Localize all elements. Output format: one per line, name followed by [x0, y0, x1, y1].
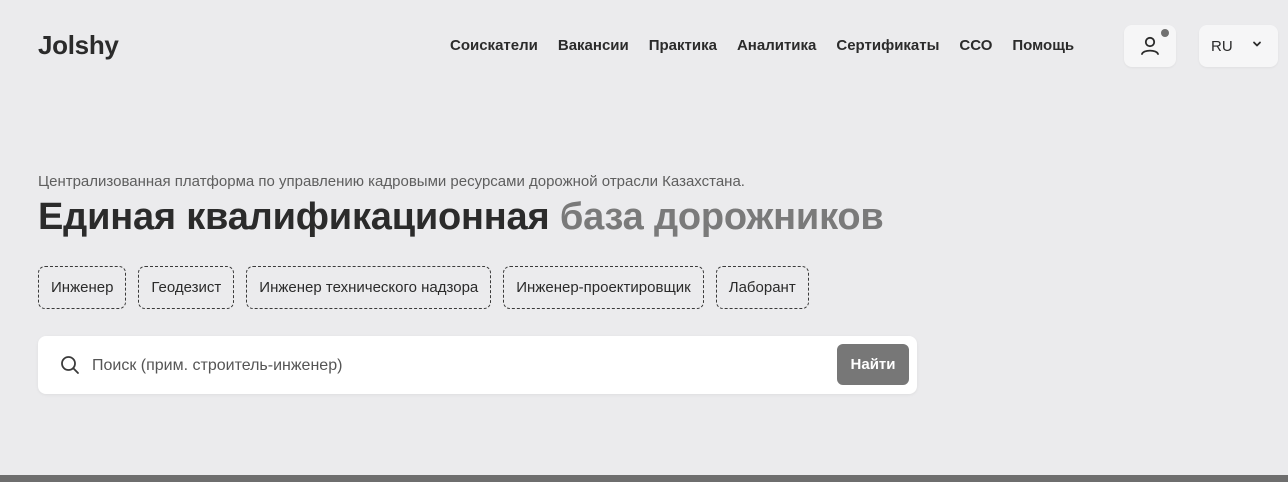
search-icon — [61, 356, 79, 374]
logo[interactable]: Jolshy — [38, 30, 119, 61]
nav-item-analitika[interactable]: Аналитика — [737, 37, 816, 54]
main-nav: Соискатели Вакансии Практика Аналитика С… — [450, 37, 1074, 54]
search-input[interactable] — [90, 350, 864, 382]
hero-title-accent: база дорожников — [559, 196, 884, 238]
tag-inzhener[interactable]: Инженер — [38, 266, 127, 309]
user-icon — [1141, 36, 1159, 55]
bottom-image-strip — [0, 475, 1288, 482]
notification-dot — [1161, 29, 1169, 37]
tag-inzhener-tekhnadzora[interactable]: Инженер технического надзора — [246, 266, 492, 309]
nav-item-praktika[interactable]: Практика — [649, 37, 717, 54]
language-selector[interactable]: RU — [1199, 25, 1278, 67]
tag-inzhener-proektirovshchik[interactable]: Инженер-проектировщик — [503, 266, 704, 309]
search-button[interactable]: Найти — [837, 344, 909, 385]
language-label: RU — [1211, 37, 1233, 55]
user-account-button[interactable] — [1124, 25, 1176, 67]
nav-item-pomosch[interactable]: Помощь — [1012, 37, 1074, 54]
hero-subtitle: Централизованная платформа по управлению… — [38, 173, 745, 190]
hero-title-primary: Единая квалификационная — [38, 196, 550, 238]
nav-item-sertifikaty[interactable]: Сертификаты — [836, 37, 939, 54]
hero-title: Единая квалификационная база дорожников — [38, 196, 884, 239]
nav-item-sso[interactable]: ССО — [959, 37, 992, 54]
nav-item-vakansii[interactable]: Вакансии — [558, 37, 629, 54]
profession-tags: Инженер Геодезист Инженер технического н… — [38, 266, 809, 309]
search-bar: Найти — [38, 336, 917, 394]
tag-laborant[interactable]: Лаборант — [715, 266, 809, 309]
chevron-down-icon — [1253, 41, 1261, 47]
nav-item-soiskateli[interactable]: Соискатели — [450, 37, 538, 54]
tag-geodezist[interactable]: Геодезист — [138, 266, 235, 309]
